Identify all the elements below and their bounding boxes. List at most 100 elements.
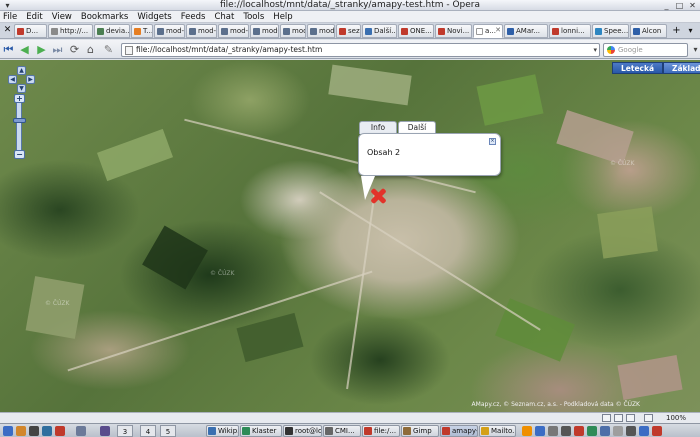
panel-icon[interactable]: [602, 414, 611, 422]
desktop-3[interactable]: 3: [117, 425, 133, 437]
minimize-button[interactable]: _: [662, 1, 671, 10]
tray-icon[interactable]: [613, 426, 623, 436]
tab-scroll-left-icon[interactable]: ✕: [1, 24, 14, 37]
search-dropdown-icon[interactable]: ▾: [689, 43, 700, 56]
window-menu-icon[interactable]: ▾: [3, 1, 12, 10]
tab[interactable]: devia...: [94, 24, 130, 38]
pan-right-button[interactable]: ▶: [26, 75, 35, 84]
home-folder-icon[interactable]: [16, 426, 26, 436]
edit-icon[interactable]: ✎: [102, 43, 115, 56]
task-mailto[interactable]: Mailto...: [479, 425, 516, 437]
maximize-button[interactable]: □: [675, 1, 684, 10]
tab[interactable]: D...: [14, 24, 47, 38]
tray-icon[interactable]: [600, 426, 610, 436]
image-icon[interactable]: [614, 414, 623, 422]
tab[interactable]: Novi...: [435, 24, 472, 38]
tab-active[interactable]: a... ✕: [473, 24, 503, 38]
zoom-out-button[interactable]: −: [14, 150, 25, 159]
menu-file[interactable]: File: [3, 11, 17, 22]
tab[interactable]: mod-...: [154, 24, 185, 38]
volume-icon[interactable]: [561, 426, 571, 436]
tab[interactable]: mod-...: [186, 24, 217, 38]
tray-icon[interactable]: [652, 426, 662, 436]
task-terminal[interactable]: root@loc...: [283, 425, 322, 437]
network-icon[interactable]: [587, 426, 597, 436]
menu-chat[interactable]: Chat: [214, 11, 234, 22]
pan-down-button[interactable]: ▼: [17, 84, 26, 93]
zoom-level[interactable]: 100%: [666, 413, 686, 423]
tray-icon[interactable]: [639, 426, 649, 436]
tab[interactable]: mod-...: [218, 24, 249, 38]
tab-menu-icon[interactable]: ▾: [684, 24, 697, 37]
tab[interactable]: sezn...: [336, 24, 361, 38]
map-view[interactable]: © ČÚZK © ČÚZK © ČÚZK: [0, 60, 700, 412]
tab[interactable]: Alcon: [630, 24, 667, 38]
tab[interactable]: http://...: [48, 24, 93, 38]
tray-icon[interactable]: [535, 426, 545, 436]
zoom-in-button[interactable]: +: [14, 94, 25, 103]
menu-bookmarks[interactable]: Bookmarks: [81, 11, 129, 22]
menu-help[interactable]: Help: [273, 11, 292, 22]
editor-icon[interactable]: [100, 426, 110, 436]
opera-icon[interactable]: [55, 426, 65, 436]
address-toolbar: ⏮ ◀ ▶ ⏭ ⟳ ⌂ ✎ file://localhost/mnt/data/…: [0, 40, 700, 59]
zoom-slider-track[interactable]: [16, 96, 22, 156]
menu-edit[interactable]: Edit: [26, 11, 42, 22]
close-window-button[interactable]: ✕: [688, 1, 697, 10]
forward-icon[interactable]: ▶: [35, 43, 48, 56]
menu-tools[interactable]: Tools: [243, 11, 264, 22]
taskbar: 3 4 5 Wikip... Klaster root@loc... CMI..…: [0, 423, 700, 437]
task-gimp[interactable]: Gimp: [401, 425, 439, 437]
layer-aerial-button[interactable]: Letecká: [612, 62, 664, 74]
desktop-5[interactable]: 5: [160, 425, 176, 437]
task-wikipedia[interactable]: Wikip...: [206, 425, 239, 437]
tab-label: ONE...: [410, 27, 432, 35]
tab[interactable]: AMar...: [504, 24, 548, 38]
tab[interactable]: mod-...: [280, 24, 306, 38]
layer-basic-button[interactable]: Základní: [663, 62, 700, 74]
pan-up-button[interactable]: ▲: [17, 66, 26, 75]
firefox-icon[interactable]: [42, 426, 52, 436]
task-cmi[interactable]: CMI...: [323, 425, 361, 437]
style-icon[interactable]: [626, 414, 635, 422]
zoom-slider-handle[interactable]: [13, 118, 26, 123]
rewind-icon[interactable]: ⏮: [2, 43, 15, 56]
fast-forward-icon[interactable]: ⏭: [51, 43, 64, 56]
page-icon: [283, 28, 290, 35]
tray-icon[interactable]: [522, 426, 532, 436]
menu-widgets[interactable]: Widgets: [137, 11, 171, 22]
tray-icon[interactable]: [548, 426, 558, 436]
task-amapy[interactable]: amapy-...: [440, 425, 478, 437]
close-tab-icon[interactable]: ✕: [495, 25, 501, 36]
search-input[interactable]: Google: [603, 43, 688, 57]
close-icon[interactable]: ×: [489, 138, 496, 145]
files-icon[interactable]: [76, 426, 86, 436]
pan-left-button[interactable]: ◀: [8, 75, 17, 84]
tab[interactable]: lonni...: [549, 24, 591, 38]
menu-view[interactable]: View: [52, 11, 72, 22]
menu-feeds[interactable]: Feeds: [181, 11, 206, 22]
back-icon[interactable]: ◀: [18, 43, 31, 56]
page-icon: [438, 28, 445, 35]
tab[interactable]: T...: [131, 24, 153, 38]
home-icon[interactable]: ⌂: [84, 43, 97, 56]
tray-icon[interactable]: [626, 426, 636, 436]
task-klaster[interactable]: Klaster: [240, 425, 282, 437]
start-menu-icon[interactable]: [3, 426, 13, 436]
zoom-icon[interactable]: [644, 414, 653, 422]
tab[interactable]: Další...: [362, 24, 397, 38]
desktop-4[interactable]: 4: [140, 425, 156, 437]
reload-icon[interactable]: ⟳: [68, 43, 81, 56]
chevron-down-icon[interactable]: ▾: [593, 44, 597, 56]
tab[interactable]: mod-...: [307, 24, 335, 38]
tab[interactable]: mod-...: [250, 24, 279, 38]
url-field[interactable]: file://localhost/mnt/data/_stranky/amapy…: [121, 43, 600, 57]
tray-icon[interactable]: [574, 426, 584, 436]
terminal-icon[interactable]: [29, 426, 39, 436]
new-tab-icon[interactable]: +: [670, 24, 683, 37]
tab[interactable]: Spee...: [592, 24, 629, 38]
map-marker-icon[interactable]: [370, 188, 386, 204]
page-icon: [253, 28, 260, 35]
tab[interactable]: ONE...: [398, 24, 434, 38]
task-file[interactable]: file:/...: [362, 425, 400, 437]
